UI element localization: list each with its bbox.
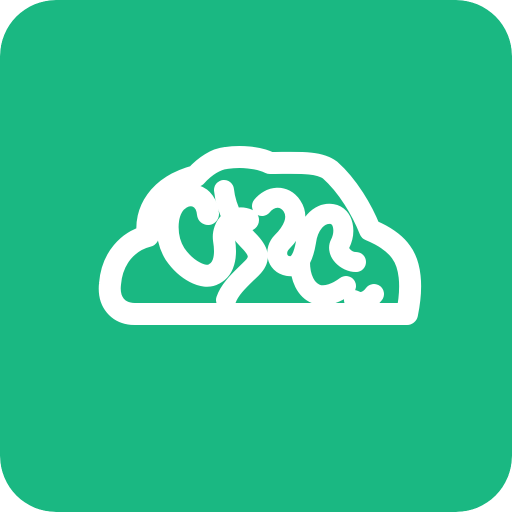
app-icon-graphic — [0, 0, 512, 512]
app-icon — [0, 0, 512, 512]
brain-fold-right — [344, 284, 384, 312]
